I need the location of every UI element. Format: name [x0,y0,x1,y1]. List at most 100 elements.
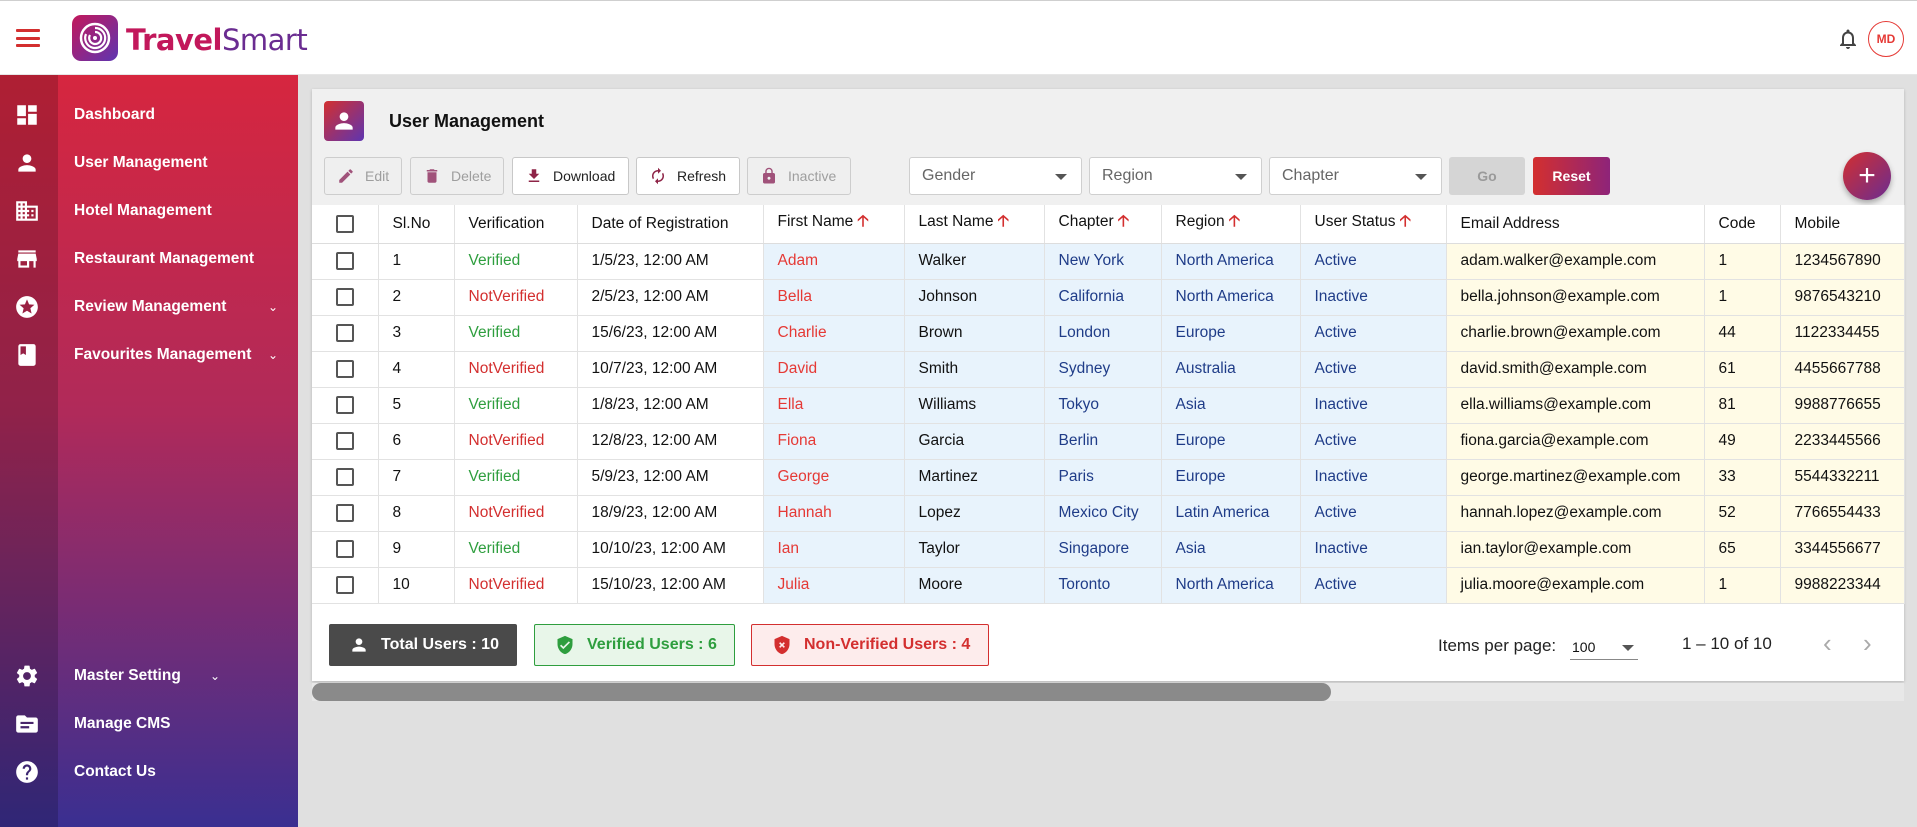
table-row[interactable]: 9 Verified 10/10/23, 12:00 AM Ian Taylor Sing… [312,531,1905,568]
add-user-button[interactable]: + [1843,152,1891,200]
chapter-cell: New York [1044,243,1162,280]
dropdown-arrow-icon [1622,645,1634,651]
column-header[interactable]: Sl.No [378,205,455,244]
sort-arrow-up-icon[interactable]: 🡡 [997,213,1009,230]
row-checkbox[interactable] [335,359,354,378]
email-cell: julia.moore@example.com [1446,567,1705,604]
row-checkbox[interactable] [335,539,354,558]
previous-page-button[interactable]: ‹ [1823,628,1832,659]
user-status-cell: Inactive [1300,387,1447,424]
last-name-cell: Brown [904,315,1045,352]
sl-no-cell: 1 [378,243,455,280]
sort-arrow-up-icon[interactable]: 🡡 [1229,213,1241,230]
column-header[interactable]: Region 🡡 [1161,205,1301,244]
users-table: Sl.No Verification Date of Registration … [312,205,1905,604]
sidebar-item-contact-us[interactable]: Contact Us [0,752,298,792]
row-checkbox[interactable] [335,251,354,270]
first-name-cell: Charlie [763,315,905,352]
verification-cell: NotVerified [454,567,578,604]
row-checkbox[interactable] [335,395,354,414]
row-checkbox[interactable] [335,467,354,486]
chapter-select[interactable]: Chapter [1269,157,1442,195]
column-header[interactable]: User Status 🡡 [1300,205,1447,244]
code-cell: 81 [1704,387,1781,424]
mobile-cell: 1234567890 [1780,243,1905,280]
table-row[interactable]: 8 NotVerified 18/9/23, 12:00 AM Hannah Lopez… [312,495,1905,532]
column-header-label: Chapter [1058,213,1114,231]
inactive-button[interactable]: Inactive [747,157,851,195]
sidebar-item-favourites-management[interactable]: Favourites Management ⌄ [0,335,298,375]
table-row[interactable]: 2 NotVerified 2/5/23, 12:00 AM Bella Johnson… [312,279,1905,316]
last-name-cell: Smith [904,351,1045,388]
sidebar-item-master-setting[interactable]: Master Setting ⌄ [0,656,240,696]
email-cell: ella.williams@example.com [1446,387,1705,424]
column-header[interactable]: Email Address [1446,205,1705,244]
sort-arrow-up-icon[interactable]: 🡡 [857,213,869,230]
table-row[interactable]: 4 NotVerified 10/7/23, 12:00 AM David Smith S… [312,351,1905,388]
sidebar-item-hotel-management[interactable]: Hotel Management [0,191,298,231]
region-cell: Asia [1161,387,1301,424]
sidebar-item-review-management[interactable]: Review Management ⌄ [0,287,298,327]
code-cell: 1 [1704,243,1781,280]
region-cell: North America [1161,243,1301,280]
refresh-button[interactable]: Refresh [636,157,740,195]
table-row[interactable]: 10 NotVerified 15/10/23, 12:00 AM Julia Moor… [312,567,1905,604]
column-header[interactable]: First Name 🡡 [763,205,905,244]
date-cell: 2/5/23, 12:00 AM [577,279,764,316]
sort-arrow-up-icon[interactable]: 🡡 [1118,213,1130,230]
row-checkbox[interactable] [335,287,354,306]
horizontal-scrollbar-thumb[interactable] [312,683,1331,701]
row-select-cell [312,567,379,604]
next-page-button[interactable]: › [1863,628,1872,659]
row-select-cell [312,351,379,388]
table-row[interactable]: 5 Verified 1/8/23, 12:00 AM Ella Williams Tok… [312,387,1905,424]
column-header[interactable]: Chapter 🡡 [1044,205,1162,244]
user-avatar[interactable]: MD [1868,21,1904,57]
hamburger-menu-icon[interactable] [16,29,40,47]
table-row[interactable]: 7 Verified 5/9/23, 12:00 AM George Martinez P… [312,459,1905,496]
sl-no-cell: 2 [378,279,455,316]
sidebar-item-dashboard[interactable]: Dashboard [0,95,298,135]
non-verified-users-badge: Non-Verified Users : 4 [751,624,989,666]
sl-no-cell: 5 [378,387,455,424]
sidebar-item-label: Contact Us [74,763,156,780]
row-checkbox[interactable] [335,575,354,594]
column-header[interactable]: Date of Registration [577,205,764,244]
delete-button[interactable]: Delete [410,157,504,195]
items-per-page-select[interactable]: 100 [1570,632,1638,660]
column-header-label: Mobile [1794,214,1841,232]
region-cell: Australia [1161,351,1301,388]
gender-select[interactable]: Gender [909,157,1082,195]
horizontal-scrollbar[interactable] [312,683,1904,701]
download-button[interactable]: Download [512,157,629,195]
row-checkbox[interactable] [335,431,354,450]
table-row[interactable]: 6 NotVerified 12/8/23, 12:00 AM Fiona Garcia… [312,423,1905,460]
dropdown-arrow-icon [1055,174,1067,180]
email-cell: david.smith@example.com [1446,351,1705,388]
edit-button[interactable]: Edit [324,157,402,195]
column-header[interactable]: Verification [454,205,578,244]
email-cell: hannah.lopez@example.com [1446,495,1705,532]
region-select[interactable]: Region [1089,157,1262,195]
date-cell: 1/5/23, 12:00 AM [577,243,764,280]
table-row[interactable]: 3 Verified 15/6/23, 12:00 AM Charlie Brown Lo… [312,315,1905,352]
select-all-checkbox[interactable] [335,214,354,233]
notification-bell-icon[interactable] [1836,27,1860,51]
sidebar-item-manage-cms[interactable]: Manage CMS [0,704,298,744]
last-name-cell: Taylor [904,531,1045,568]
table-row[interactable]: 1 Verified 1/5/23, 12:00 AM Adam Walker New Y… [312,243,1905,280]
mobile-cell: 5544332211 [1780,459,1905,496]
sidebar-item-label: Dashboard [74,106,155,123]
column-header[interactable]: Last Name 🡡 [904,205,1045,244]
column-header[interactable]: Mobile [1780,205,1905,244]
delete-button-label: Delete [451,168,492,184]
sort-arrow-up-icon[interactable]: 🡡 [1399,213,1411,230]
sidebar-item-restaurant-management[interactable]: Restaurant Management [0,239,298,279]
reset-button[interactable]: Reset [1533,157,1610,195]
sidebar-item-user-management[interactable]: User Management [0,143,298,183]
row-checkbox[interactable] [335,503,354,522]
mobile-cell: 2233445566 [1780,423,1905,460]
row-checkbox[interactable] [335,323,354,342]
go-button[interactable]: Go [1449,157,1525,195]
column-header[interactable]: Code [1704,205,1781,244]
